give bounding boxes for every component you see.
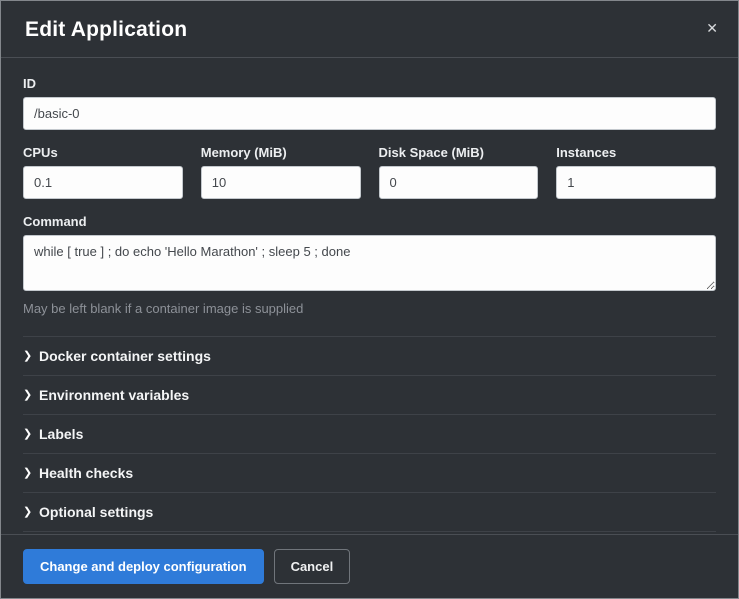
section-label: Environment variables xyxy=(39,387,189,403)
disk-space-label: Disk Space (MiB) xyxy=(379,145,539,160)
chevron-right-icon: ❯ xyxy=(23,505,39,518)
change-and-deploy-button[interactable]: Change and deploy configuration xyxy=(23,549,264,584)
command-label: Command xyxy=(23,214,716,229)
command-field-group: Command while [ true ] ; do echo 'Hello … xyxy=(23,214,716,316)
chevron-right-icon: ❯ xyxy=(23,388,39,401)
section-health-checks[interactable]: ❯ Health checks xyxy=(23,453,716,492)
disk-space-field-group: Disk Space (MiB) xyxy=(379,145,539,199)
cpus-input[interactable] xyxy=(23,166,183,199)
command-help-text: May be left blank if a container image i… xyxy=(23,301,716,316)
instances-field-group: Instances xyxy=(556,145,716,199)
section-label: Optional settings xyxy=(39,504,153,520)
modal-title: Edit Application xyxy=(25,18,187,41)
modal-header: Edit Application ✕ xyxy=(1,1,738,58)
id-label: ID xyxy=(23,76,716,91)
chevron-right-icon: ❯ xyxy=(23,427,39,440)
resources-field-row: CPUs Memory (MiB) Disk Space (MiB) Insta… xyxy=(23,145,716,199)
chevron-right-icon: ❯ xyxy=(23,349,39,362)
close-icon[interactable]: ✕ xyxy=(702,17,722,39)
section-environment-variables[interactable]: ❯ Environment variables xyxy=(23,375,716,414)
memory-field-group: Memory (MiB) xyxy=(201,145,361,199)
chevron-right-icon: ❯ xyxy=(23,466,39,479)
section-docker-container-settings[interactable]: ❯ Docker container settings xyxy=(23,336,716,375)
disk-space-input[interactable] xyxy=(379,166,539,199)
instances-input[interactable] xyxy=(556,166,716,199)
cpus-label: CPUs xyxy=(23,145,183,160)
instances-label: Instances xyxy=(556,145,716,160)
section-optional-settings[interactable]: ❯ Optional settings xyxy=(23,492,716,532)
edit-application-modal: Edit Application ✕ ID CPUs Memory (MiB) … xyxy=(0,0,739,599)
cpus-field-group: CPUs xyxy=(23,145,183,199)
memory-input[interactable] xyxy=(201,166,361,199)
modal-body: ID CPUs Memory (MiB) Disk Space (MiB) In… xyxy=(1,58,738,534)
modal-footer: Change and deploy configuration Cancel xyxy=(1,534,738,598)
id-field-group: ID xyxy=(23,76,716,130)
section-label: Health checks xyxy=(39,465,133,481)
id-input[interactable] xyxy=(23,97,716,130)
cancel-button[interactable]: Cancel xyxy=(274,549,351,584)
section-label: Docker container settings xyxy=(39,348,211,364)
memory-label: Memory (MiB) xyxy=(201,145,361,160)
command-textarea[interactable]: while [ true ] ; do echo 'Hello Marathon… xyxy=(23,235,716,291)
section-labels[interactable]: ❯ Labels xyxy=(23,414,716,453)
collapsible-sections: ❯ Docker container settings ❯ Environmen… xyxy=(23,336,716,532)
section-label: Labels xyxy=(39,426,83,442)
